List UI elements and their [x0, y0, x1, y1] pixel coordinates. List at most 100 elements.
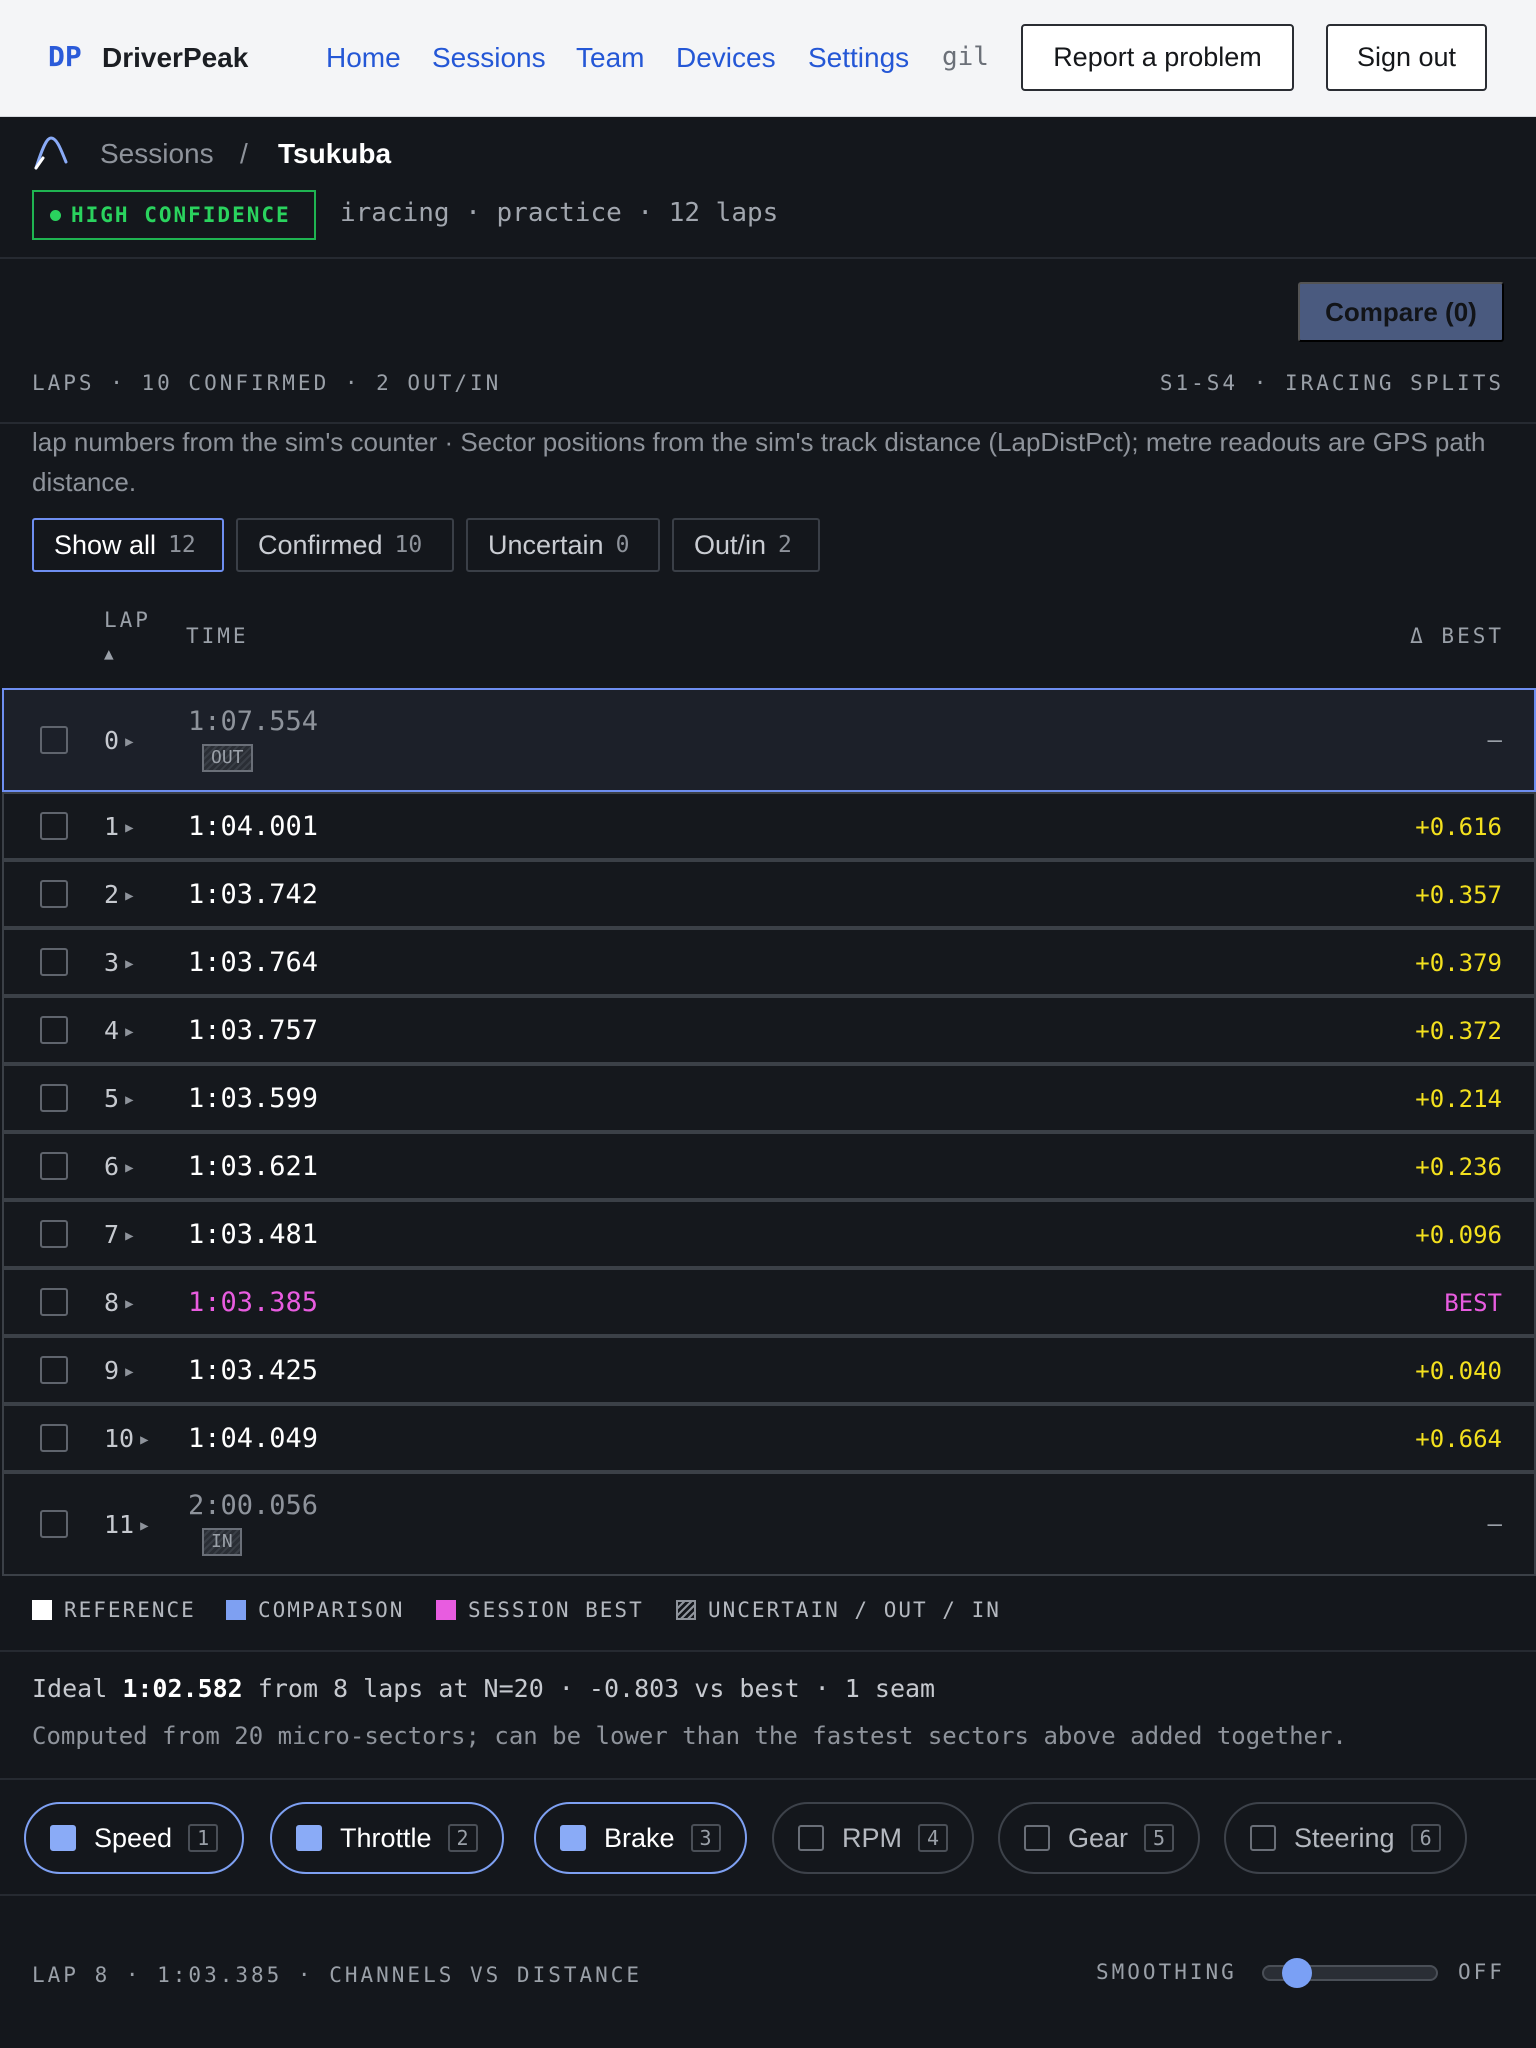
lap-number[interactable]: 3 ▶	[104, 948, 134, 977]
lap-number[interactable]: 8 ▶	[104, 1288, 134, 1317]
expand-caret-icon[interactable]: ▶	[125, 1160, 133, 1176]
lap-number[interactable]: 5 ▶	[104, 1084, 134, 1113]
lap-row[interactable]: 9 ▶ 1:03.425 +0.040	[2, 1336, 1536, 1404]
expand-caret-icon[interactable]: ▶	[125, 1364, 133, 1380]
track-logo-icon	[34, 136, 68, 170]
lap-number[interactable]: 6 ▶	[104, 1152, 134, 1181]
channel-toggle-steering[interactable]: Steering 6	[1224, 1802, 1467, 1874]
plot-title: LAP 8 · 1:03.385 · CHANNELS VS DISTANCE	[32, 1963, 643, 1987]
lap-number[interactable]: 0 ▶	[104, 726, 134, 755]
delta-best: +0.357	[1415, 881, 1502, 909]
confidence-label: HIGH CONFIDENCE	[71, 203, 291, 227]
lap-number[interactable]: 11 ▶	[104, 1510, 149, 1539]
row-checkbox[interactable]	[40, 1220, 68, 1248]
divider	[0, 1650, 1536, 1652]
row-checkbox[interactable]	[40, 1084, 68, 1112]
shortcut-key: 3	[690, 1824, 721, 1852]
row-checkbox[interactable]	[40, 812, 68, 840]
column-header-lap[interactable]: LAP	[104, 608, 151, 632]
expand-caret-icon[interactable]: ▶	[125, 1092, 133, 1108]
sign-out-button[interactable]: Sign out	[1326, 24, 1487, 91]
legend-label: REFERENCE	[64, 1598, 196, 1622]
legend-session-best: SESSION BEST	[436, 1598, 644, 1622]
nav-link-sessions[interactable]: Sessions	[432, 42, 546, 74]
row-checkbox[interactable]	[40, 880, 68, 908]
filter-confirmed[interactable]: Confirmed 10	[236, 518, 454, 572]
delta-best: +0.372	[1415, 1017, 1502, 1045]
row-checkbox[interactable]	[40, 726, 68, 754]
expand-caret-icon[interactable]: ▶	[140, 1518, 148, 1534]
channel-toggle-speed[interactable]: Speed 1	[24, 1802, 245, 1874]
channel-toggle-rpm[interactable]: RPM 4	[772, 1802, 975, 1874]
compare-button[interactable]: Compare (0)	[1298, 282, 1504, 342]
lap-row[interactable]: 2 ▶ 1:03.742 +0.357	[2, 860, 1536, 928]
lap-row[interactable]: 7 ▶ 1:03.481 +0.096	[2, 1200, 1536, 1268]
lap-time: 1:04.049	[188, 1423, 319, 1454]
lap-row[interactable]: 1 ▶ 1:04.001 +0.616	[2, 792, 1536, 860]
expand-caret-icon[interactable]: ▶	[125, 888, 133, 904]
divider	[0, 257, 1536, 259]
lap-row[interactable]: 4 ▶ 1:03.757 +0.372	[2, 996, 1536, 1064]
lap-number-text: 11	[104, 1510, 135, 1539]
expand-caret-icon[interactable]: ▶	[125, 1228, 133, 1244]
delta-best: BEST	[1444, 1289, 1502, 1317]
row-checkbox[interactable]	[40, 1016, 68, 1044]
delta-best: —	[1487, 726, 1502, 754]
channel-toggle-throttle[interactable]: Throttle 2	[270, 1802, 504, 1874]
checkbox-icon	[50, 1825, 76, 1851]
in-lap-tag: IN	[202, 1528, 242, 1556]
lap-time: 1:07.554	[188, 706, 319, 737]
lap-number-text: 10	[104, 1424, 135, 1453]
lap-number[interactable]: 2 ▶	[104, 880, 134, 909]
lap-number[interactable]: 4 ▶	[104, 1016, 134, 1045]
column-header-time[interactable]: TIME	[186, 624, 249, 648]
row-checkbox[interactable]	[40, 1510, 68, 1538]
lap-row[interactable]: 6 ▶ 1:03.621 +0.236	[2, 1132, 1536, 1200]
smoothing-slider-handle[interactable]	[1282, 1958, 1312, 1988]
row-checkbox[interactable]	[40, 1152, 68, 1180]
lap-number[interactable]: 7 ▶	[104, 1220, 134, 1249]
filter-uncertain[interactable]: Uncertain 0	[466, 518, 660, 572]
delta-best: +0.616	[1415, 813, 1502, 841]
report-problem-button[interactable]: Report a problem	[1021, 24, 1294, 91]
lap-row[interactable]: 5 ▶ 1:03.599 +0.214	[2, 1064, 1536, 1132]
brand-logo[interactable]: DP	[48, 40, 82, 73]
row-checkbox[interactable]	[40, 1288, 68, 1316]
lap-row[interactable]: 0 ▶ 1:07.554 OUT —	[2, 688, 1536, 792]
nav-link-team[interactable]: Team	[576, 42, 644, 74]
lap-row[interactable]: 11 ▶ 2:00.056 IN —	[2, 1472, 1536, 1576]
lap-number-text: 6	[104, 1152, 120, 1181]
expand-caret-icon[interactable]: ▶	[140, 1432, 148, 1448]
brand-name[interactable]: DriverPeak	[102, 42, 248, 74]
nav-link-home[interactable]: Home	[326, 42, 401, 74]
nav-link-settings[interactable]: Settings	[808, 42, 909, 74]
lap-number[interactable]: 1 ▶	[104, 812, 134, 841]
lap-row[interactable]: 8 ▶ 1:03.385 BEST	[2, 1268, 1536, 1336]
nav-link-devices[interactable]: Devices	[676, 42, 776, 74]
breadcrumb-sessions[interactable]: Sessions	[100, 138, 214, 170]
row-checkbox[interactable]	[40, 1424, 68, 1452]
lap-number[interactable]: 10 ▶	[104, 1424, 149, 1453]
expand-caret-icon[interactable]: ▶	[125, 1296, 133, 1312]
lap-row[interactable]: 10 ▶ 1:04.049 +0.664	[2, 1404, 1536, 1472]
filter-show-all[interactable]: Show all 12	[32, 518, 224, 572]
checkbox-icon	[1250, 1825, 1276, 1851]
sort-asc-icon[interactable]: ▲	[104, 644, 117, 663]
lap-row[interactable]: 3 ▶ 1:03.764 +0.379	[2, 928, 1536, 996]
channel-toggle-gear[interactable]: Gear 5	[998, 1802, 1201, 1874]
column-header-delta[interactable]: Δ BEST	[1410, 624, 1504, 648]
expand-caret-icon[interactable]: ▶	[125, 1024, 133, 1040]
expand-caret-icon[interactable]: ▶	[125, 820, 133, 836]
filter-label: Out/in	[694, 529, 767, 560]
lap-number-text: 4	[104, 1016, 120, 1045]
legend-label: SESSION BEST	[468, 1598, 644, 1622]
expand-caret-icon[interactable]: ▶	[125, 734, 133, 750]
lap-number[interactable]: 9 ▶	[104, 1356, 134, 1385]
lap-time: 1:03.385	[188, 1287, 319, 1318]
expand-caret-icon[interactable]: ▶	[125, 956, 133, 972]
channel-toggle-brake[interactable]: Brake 3	[534, 1802, 747, 1874]
row-checkbox[interactable]	[40, 1356, 68, 1384]
filter-out-in[interactable]: Out/in 2	[672, 518, 820, 572]
row-checkbox[interactable]	[40, 948, 68, 976]
checkbox-icon	[296, 1825, 322, 1851]
